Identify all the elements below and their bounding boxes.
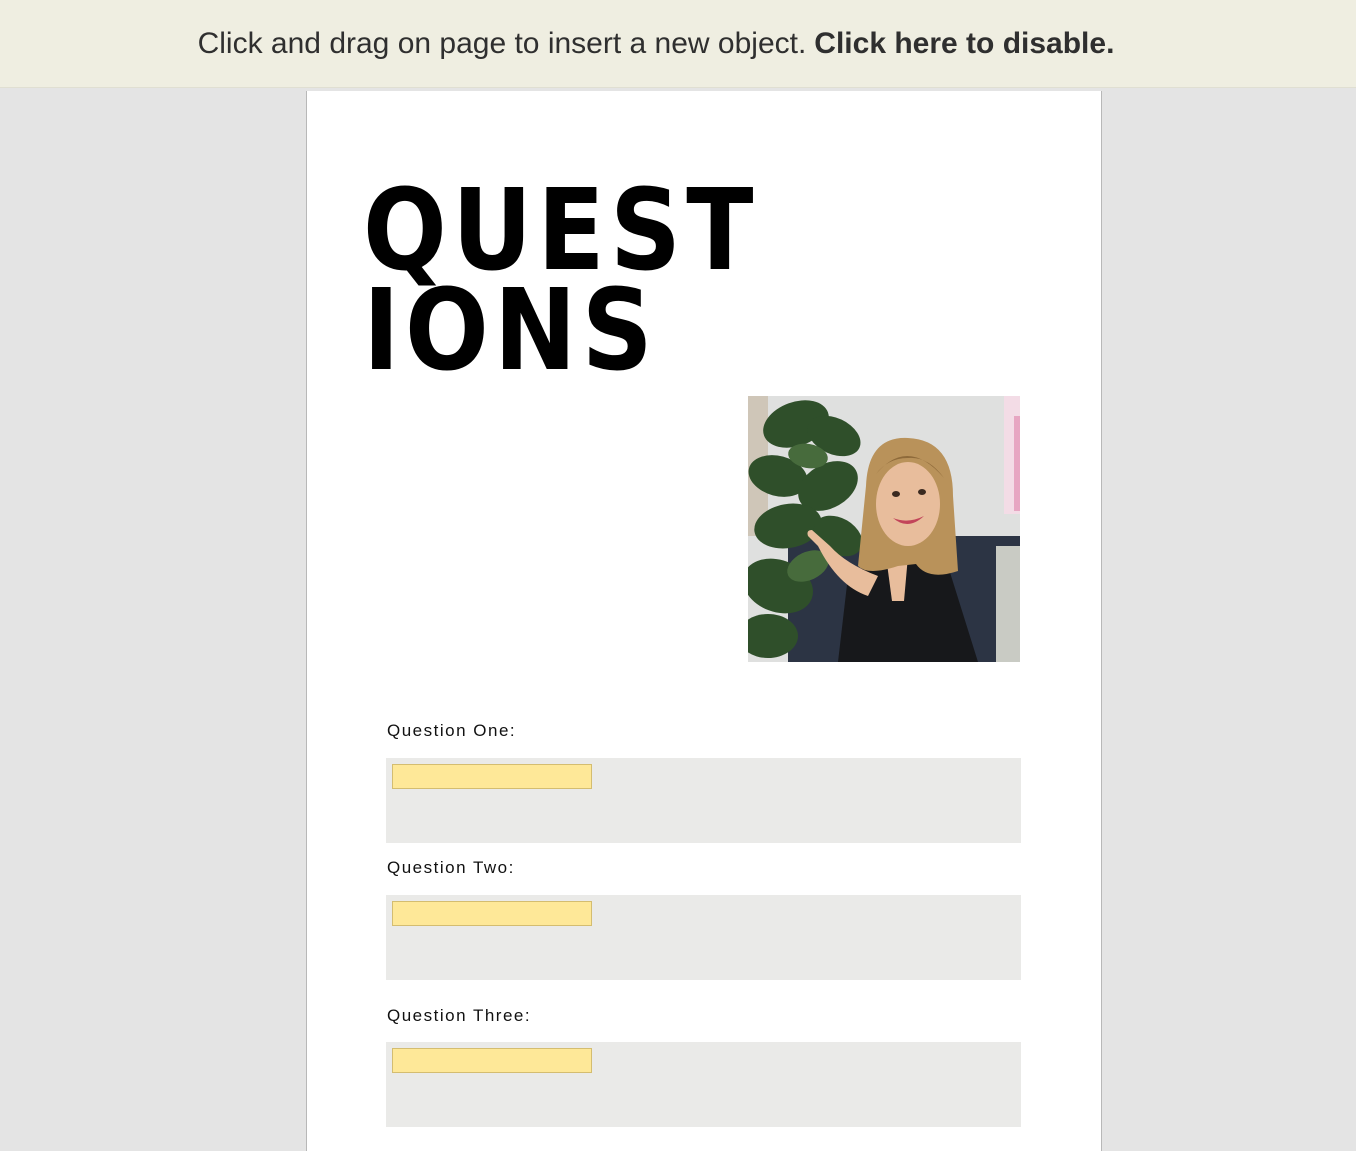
question-one-answer-box [386, 758, 1021, 843]
question-two-label: Question Two: [387, 858, 515, 877]
question-three-answer-box [386, 1042, 1021, 1127]
question-three-label: Question Three: [387, 1006, 532, 1025]
banner-message: Click and drag on page to insert a new o… [197, 26, 807, 60]
profile-photo [748, 396, 1020, 662]
question-two-answer-box [386, 895, 1021, 980]
question-two-text-field[interactable] [392, 901, 592, 926]
document-page[interactable]: QUEST IONS Question One: Question Two: Q… [306, 91, 1102, 1151]
page-title: QUEST IONS [363, 166, 759, 396]
question-one-text-field[interactable] [392, 764, 592, 789]
question-three-text-field[interactable] [392, 1048, 592, 1073]
insert-object-banner: Click and drag on page to insert a new o… [0, 0, 1356, 88]
question-one-label: Question One: [387, 721, 517, 740]
person-pointing-photo-icon [748, 396, 1020, 662]
disable-insert-link[interactable]: Click here to disable. [814, 27, 1114, 61]
